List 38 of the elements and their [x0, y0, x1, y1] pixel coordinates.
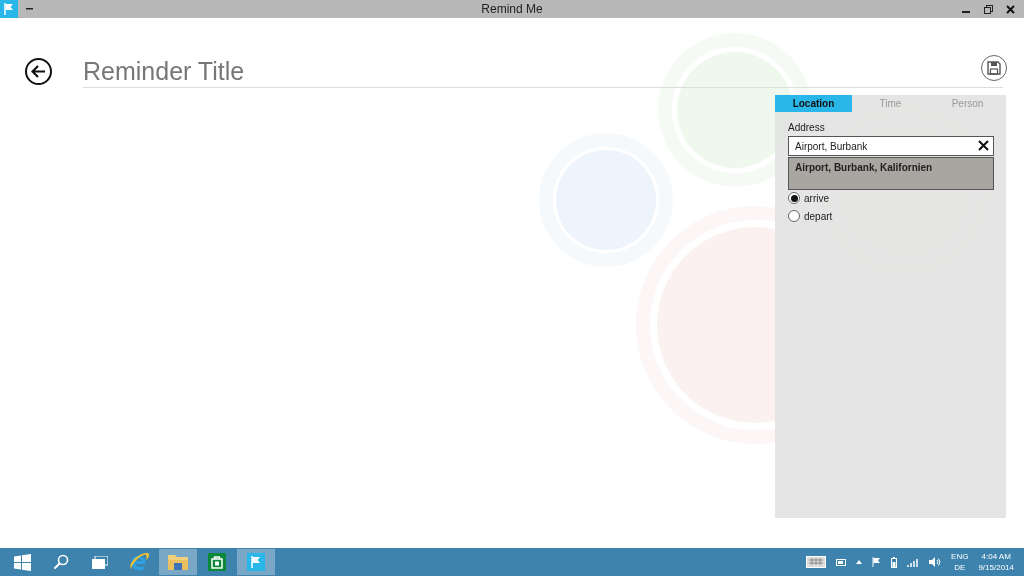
clock[interactable]: 4:04 AM 9/15/2014 [978, 551, 1014, 573]
close-button[interactable] [1004, 3, 1016, 15]
keyboard-icon[interactable] [806, 556, 827, 568]
clock-time: 4:04 AM [981, 551, 1011, 562]
window-title: Remind Me [481, 2, 543, 16]
arrow-icon [31, 65, 46, 78]
windows-logo-icon[interactable] [13, 553, 31, 571]
back-button[interactable] [25, 58, 52, 85]
tab[interactable]: Person [929, 95, 1006, 112]
address-label: Address [788, 122, 826, 133]
folder-icon[interactable] [168, 554, 188, 570]
tab[interactable]: Location [775, 95, 852, 112]
tab[interactable]: Time [852, 95, 929, 112]
flag-icon[interactable] [872, 557, 882, 567]
suggestion-item[interactable]: Airport, Burbank, Kalifornien [789, 158, 993, 177]
shopping-bag-icon[interactable] [208, 553, 226, 571]
clear-icon[interactable] [978, 140, 989, 151]
search-icon[interactable] [53, 554, 69, 570]
signal-icon[interactable] [907, 557, 920, 567]
address-field[interactable]: Airport, Burbank [788, 136, 994, 156]
radio-label: depart [804, 210, 833, 222]
radio-label: arrive [804, 192, 829, 204]
close-icon [1005, 4, 1015, 14]
title-field[interactable]: Reminder Title [83, 56, 981, 86]
radio-button[interactable] [788, 192, 800, 204]
language-text: ENG [951, 551, 969, 562]
letter-e-globe-icon[interactable] [128, 551, 150, 573]
layout-text: DE [954, 562, 966, 573]
restore-icon [983, 4, 993, 14]
restore-button[interactable] [982, 3, 994, 15]
caret-icon[interactable] [856, 560, 863, 564]
radio-button[interactable] [788, 210, 800, 222]
clock-date: 9/15/2014 [978, 562, 1014, 573]
flag-icon[interactable] [247, 553, 265, 571]
language-indicator[interactable]: ENG DE [951, 551, 969, 573]
flag-icon[interactable] [0, 0, 18, 18]
windows-stack-icon[interactable] [92, 555, 108, 569]
speaker-icon[interactable] [929, 557, 942, 567]
